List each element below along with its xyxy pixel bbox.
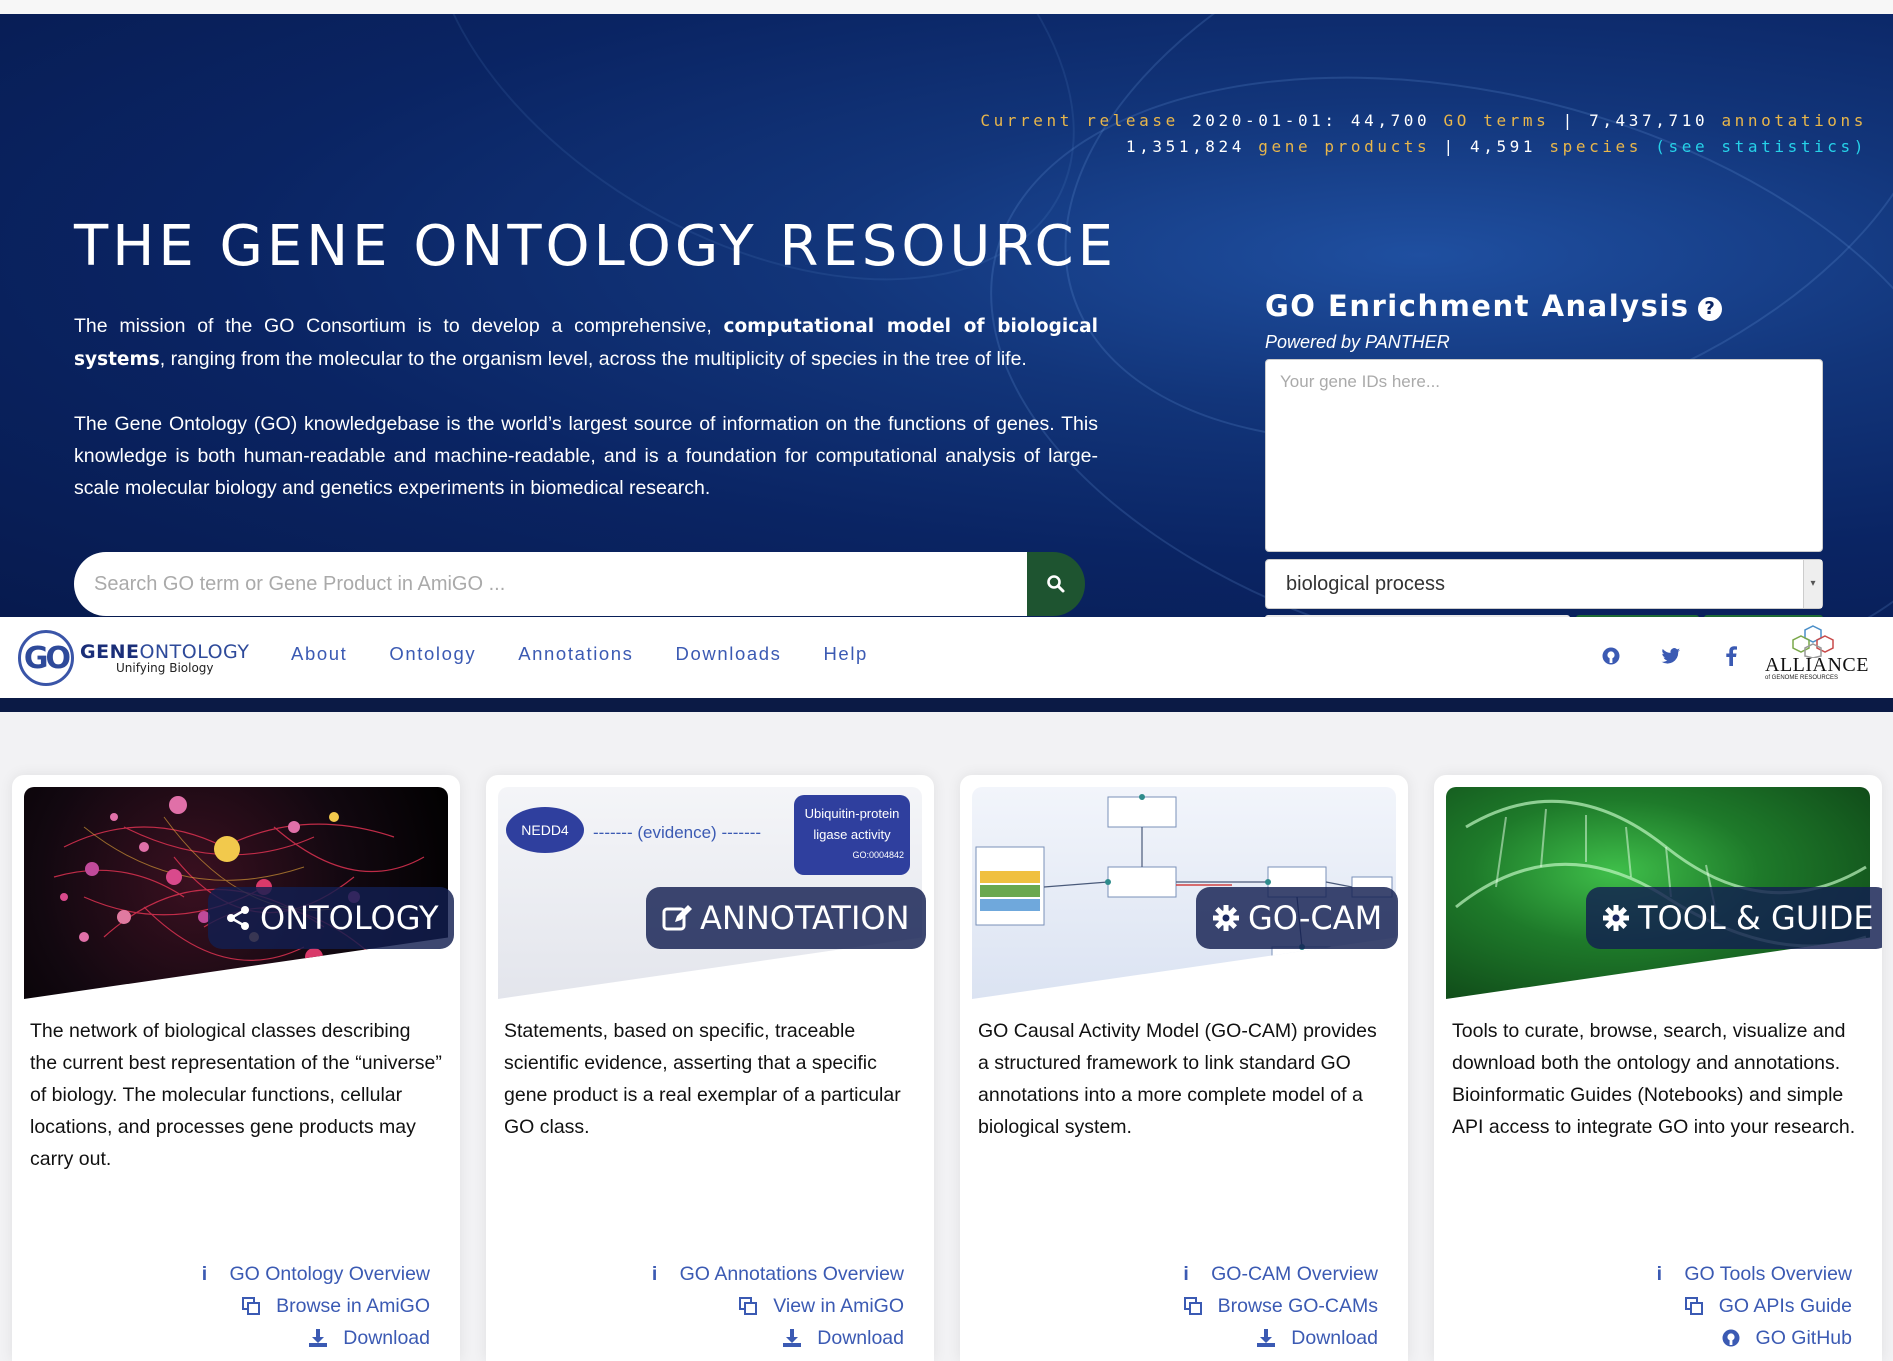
card-description: The network of biological classes descri… bbox=[30, 1020, 442, 1170]
annotations-count: 7,437,710 bbox=[1589, 111, 1709, 130]
copy-icon bbox=[737, 1296, 759, 1316]
card-description: GO Causal Activity Model (GO-CAM) provid… bbox=[978, 1020, 1377, 1138]
card-description: Tools to curate, browse, search, visuali… bbox=[1452, 1020, 1856, 1138]
ontology-select-value: biological process bbox=[1286, 573, 1445, 595]
copy-icon bbox=[1683, 1296, 1705, 1316]
release-info: Current release 2020-01-01: 44,700 GO te… bbox=[980, 108, 1867, 160]
edit-icon bbox=[662, 905, 692, 931]
ontology-select[interactable]: biological process ▾ bbox=[1265, 559, 1823, 609]
separator: | bbox=[1562, 111, 1576, 130]
facebook-icon[interactable] bbox=[1720, 645, 1742, 667]
see-statistics-link[interactable]: (see statistics) bbox=[1655, 137, 1867, 156]
gear-icon bbox=[1213, 905, 1239, 931]
download-ontology-link[interactable]: Download bbox=[194, 1322, 430, 1354]
chevron-down-icon: ▾ bbox=[1803, 560, 1822, 608]
nav-ontology[interactable]: Ontology bbox=[389, 643, 476, 665]
alliance-logo[interactable]: ALLIANCE of GENOME RESOURCES bbox=[1763, 624, 1875, 690]
alliance-subtitle: of GENOME RESOURCES bbox=[1765, 675, 1839, 681]
navbar-bottom-band bbox=[0, 698, 1893, 712]
gene-node: NEDD4 bbox=[506, 807, 584, 853]
alliance-hex-graphic bbox=[1792, 625, 1834, 658]
card-annotation: NEDD4 ------- (evidence) ------- Ubiquit… bbox=[486, 775, 934, 1361]
card-ontology: ONTOLOGY The network of biological class… bbox=[12, 775, 460, 1361]
species-label: species bbox=[1549, 137, 1643, 156]
card-links: i GO Ontology Overview Browse in AmiGO Do… bbox=[194, 1258, 430, 1354]
top-strip bbox=[0, 0, 1893, 14]
gene-ids-input[interactable] bbox=[1265, 359, 1823, 552]
release-date: 2020-01-01: bbox=[1192, 111, 1338, 130]
card-links: i GO Tools Overview GO APIs Guide GO GitH… bbox=[1648, 1258, 1852, 1354]
go-github-link[interactable]: GO GitHub bbox=[1648, 1322, 1852, 1354]
go-annotations-overview-link[interactable]: i GO Annotations Overview bbox=[644, 1258, 904, 1290]
powered-by-panther: Powered by PANTHER bbox=[1265, 332, 1450, 352]
download-icon bbox=[781, 1328, 803, 1348]
evidence-label: ------- (evidence) ------- bbox=[593, 823, 762, 842]
download-go-cam-link[interactable]: Download bbox=[1175, 1322, 1378, 1354]
enrichment-title: GO Enrichment Analysis? bbox=[1265, 289, 1722, 323]
info-icon: i bbox=[651, 1262, 658, 1285]
annotations-label: annotations bbox=[1721, 111, 1867, 130]
github-icon bbox=[1720, 1328, 1742, 1348]
release-prefix: Current release bbox=[980, 111, 1179, 130]
card-links: i GO Annotations Overview View in AmiGO D… bbox=[644, 1258, 904, 1354]
logo-tagline: Unifying Biology bbox=[116, 660, 214, 675]
species-count: 4,591 bbox=[1469, 137, 1537, 156]
github-icon[interactable] bbox=[1600, 645, 1622, 667]
amigo-search-input[interactable] bbox=[74, 552, 1028, 616]
info-icon: i bbox=[201, 1262, 208, 1285]
download-icon bbox=[307, 1328, 329, 1348]
nav-annotations[interactable]: Annotations bbox=[518, 643, 633, 665]
page-title: THE GENE ONTOLOGY RESOURCE bbox=[74, 214, 1118, 279]
browse-go-cams-link[interactable]: Browse GO-CAMs bbox=[1175, 1290, 1378, 1322]
amigo-search bbox=[74, 552, 1085, 616]
social-icons bbox=[1600, 645, 1742, 667]
genes-label: gene products bbox=[1258, 137, 1431, 156]
amigo-search-button[interactable] bbox=[1027, 552, 1085, 616]
knowledgebase-paragraph: The Gene Ontology (GO) knowledgebase is … bbox=[74, 413, 1098, 499]
card-go-cam: GO-CAM GO Causal Activity Model (GO-CAM)… bbox=[960, 775, 1408, 1361]
terms-label: GO terms bbox=[1443, 111, 1550, 130]
help-icon[interactable]: ? bbox=[1697, 296, 1722, 321]
twitter-icon[interactable] bbox=[1660, 645, 1682, 667]
browse-in-amigo-link[interactable]: Browse in AmiGO bbox=[194, 1290, 430, 1322]
card-links: i GO-CAM Overview Browse GO-CAMs Download bbox=[1175, 1258, 1378, 1354]
go-apis-guide-link[interactable]: GO APIs Guide bbox=[1648, 1290, 1852, 1322]
download-annotations-link[interactable]: Download bbox=[644, 1322, 904, 1354]
gear-icon bbox=[1603, 905, 1629, 931]
annotation-badge-button[interactable]: ANNOTATION bbox=[646, 887, 926, 949]
copy-icon bbox=[1182, 1296, 1204, 1316]
download-icon bbox=[1255, 1328, 1277, 1348]
separator: | bbox=[1443, 137, 1457, 156]
go-cam-badge-button[interactable]: GO-CAM bbox=[1196, 887, 1399, 949]
mission-text: The mission of the GO Consortium is to d… bbox=[74, 310, 1098, 536]
go-logo-mark: GO bbox=[18, 630, 74, 686]
alliance-word: ALLIANCE bbox=[1765, 654, 1869, 676]
go-logo[interactable]: GO GENEONTOLOGY Unifying Biology bbox=[18, 627, 258, 689]
hero-banner: Current release 2020-01-01: 44,700 GO te… bbox=[0, 14, 1893, 617]
info-icon: i bbox=[1183, 1262, 1189, 1285]
go-cam-overview-link[interactable]: i GO-CAM Overview bbox=[1175, 1258, 1378, 1290]
ontology-badge-button[interactable]: ONTOLOGY bbox=[208, 887, 455, 949]
go-ontology-overview-link[interactable]: i GO Ontology Overview bbox=[194, 1258, 430, 1290]
genes-count: 1,351,824 bbox=[1125, 137, 1246, 156]
info-icon: i bbox=[1656, 1262, 1663, 1285]
copy-icon bbox=[240, 1296, 262, 1316]
nav-help[interactable]: Help bbox=[823, 643, 867, 665]
nav-downloads[interactable]: Downloads bbox=[676, 643, 782, 665]
terms-count: 44,700 bbox=[1350, 111, 1431, 130]
go-tools-overview-link[interactable]: i GO Tools Overview bbox=[1648, 1258, 1852, 1290]
tool-guide-badge-button[interactable]: TOOL & GUIDE bbox=[1586, 887, 1882, 949]
go-term-node: Ubiquitin-protein ligase activity GO:000… bbox=[794, 795, 910, 875]
view-in-amigo-link[interactable]: View in AmiGO bbox=[644, 1290, 904, 1322]
share-icon bbox=[227, 906, 249, 930]
nav-links: About Ontology Annotations Downloads Hel… bbox=[291, 643, 868, 665]
card-tool-guide: TOOL & GUIDE Tools to curate, browse, se… bbox=[1434, 775, 1882, 1361]
search-icon bbox=[1047, 575, 1065, 593]
main-navbar: GO GENEONTOLOGY Unifying Biology About O… bbox=[0, 617, 1893, 698]
nav-about[interactable]: About bbox=[291, 643, 347, 665]
mission-paragraph: The mission of the GO Consortium is to d… bbox=[74, 315, 1098, 370]
card-description: Statements, based on specific, traceable… bbox=[504, 1020, 901, 1138]
